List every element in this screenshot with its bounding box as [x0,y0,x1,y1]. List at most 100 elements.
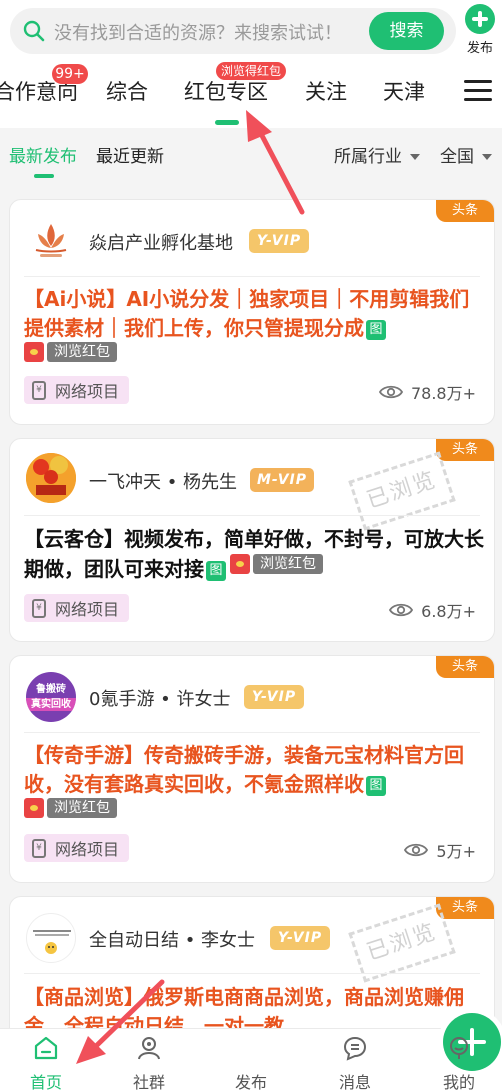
post-title[interactable]: 【传奇手游】传奇搬砖手游，装备元宝材料官方回收，没有套路真实回收，不氪金照样收图 [24,741,484,799]
nav-publish[interactable]: 发布 [221,1013,501,1090]
publish-button-top[interactable]: 发布 [462,4,498,58]
search-button[interactable]: 搜索 [369,12,444,50]
plus-circle-icon [465,4,495,34]
red-packet-icon [24,798,44,818]
emoji-avatar-icon [33,930,71,954]
search-placeholder: 没有找到合适的资源？来搜索试试！ [54,23,342,44]
view-count-text: 78.8万+ [410,384,476,403]
tab-follow[interactable]: 关注 [305,76,347,106]
red-packet-icon [24,342,44,362]
eye-icon [378,385,403,399]
top-bar: 没有找到合适的资源？来搜索试试！ 搜索 发布 [0,0,502,62]
view-count-text: 6.8万+ [421,602,476,621]
nav-label: 发布 [234,1073,267,1090]
red-packet-icon [230,554,250,574]
category-label: 网络项目 [55,382,120,401]
active-tab-indicator [215,120,239,125]
image-tag: 图 [366,776,386,796]
avatar [26,216,76,266]
nav-community[interactable]: 社群 [119,1035,179,1090]
avatar: 鲁搬砖 真实回收 [26,672,76,722]
view-count: 6.8万+ [389,598,476,622]
divider [24,973,480,974]
eye-icon [404,843,429,857]
vip-badge: Y-VIP [249,229,309,253]
author-name[interactable]: 全自动日结 • 李女士 [89,926,255,952]
author-name[interactable]: 一飞冲天 • 杨先生 [89,468,237,494]
avatar-text-line: 鲁搬砖 [36,684,66,695]
vip-badge: M-VIP [250,468,314,492]
nav-home[interactable]: 首页 [16,1035,76,1090]
industry-dropdown[interactable]: 所属行业 [334,142,420,167]
publish-label: 发布 [466,41,493,56]
region-dropdown[interactable]: 全国 [440,142,492,167]
home-icon [34,1036,58,1060]
nav-label: 消息 [338,1073,371,1090]
tab-tianjin[interactable]: 天津 [383,76,425,106]
community-icon [138,1037,160,1060]
divider [24,515,480,516]
post-card[interactable]: 头条 焱启产业孵化基地 Y-VIP 【Ai小说】AI小说分发｜独家项目｜不用剪辑… [9,199,495,425]
author-name[interactable]: 0氪手游 • 许女士 [89,685,231,711]
red-packet-tag: 浏览红包 [24,798,117,818]
lotus-logo-icon [35,224,67,257]
red-packet-label: 浏览红包 [47,798,117,818]
tab-red-packet[interactable]: 红包专区 [184,76,268,106]
image-tag: 图 [366,320,386,340]
viewed-stamp: 已浏览 [348,451,456,531]
chevron-down-icon [482,154,492,160]
headline-tag: 头条 [436,439,494,461]
red-packet-tag: 浏览红包 [230,554,323,574]
tab-general[interactable]: 综合 [106,76,148,106]
view-count-text: 5万+ [436,842,476,861]
vip-badge: Y-VIP [270,926,330,950]
bottom-nav: 首页 社群 发布 消息 我的 [0,1013,502,1090]
viewed-stamp: 已浏览 [348,903,456,983]
message-icon [343,1036,367,1061]
menu-icon[interactable] [464,80,492,104]
category-chip[interactable]: ¥ 网络项目 [24,834,130,862]
yuan-phone-icon: ¥ [32,838,46,858]
nav-messages[interactable]: 消息 [325,1035,385,1090]
post-title[interactable]: 【云客仓】视频发布，简单好做，不封号，可放大长期做，团队可来对接图浏览红包 [24,525,484,584]
yuan-phone-icon: ¥ [32,380,46,400]
category-chip[interactable]: ¥ 网络项目 [24,594,130,622]
headline-tag: 头条 [436,656,494,678]
category-chip[interactable]: ¥ 网络项目 [24,376,130,404]
category-label: 网络项目 [55,840,120,859]
vip-badge: Y-VIP [244,685,304,709]
avatar [26,913,76,963]
image-tag: 图 [206,561,226,581]
post-title[interactable]: 【Ai小说】AI小说分发｜独家项目｜不用剪辑我们提供素材｜我们上传，你只管提现分… [24,285,484,343]
nav-label: 我的 [442,1073,475,1090]
count-badge: 99+ [52,64,88,84]
divider [24,732,480,733]
view-count: 5万+ [404,838,476,862]
search-icon [23,20,45,42]
headline-tag: 头条 [436,897,494,919]
divider [24,276,480,277]
red-packet-tag: 浏览红包 [24,342,117,362]
red-packet-label: 浏览红包 [47,342,117,362]
eye-icon [389,603,414,617]
filter-tab-latest[interactable]: 最新发布 [9,142,77,167]
chevron-down-icon [410,154,420,160]
avatar [26,453,76,503]
fireworks-avatar-icon [26,453,76,503]
yuan-phone-icon: ¥ [32,598,46,618]
nav-profile[interactable]: 我的 [429,1035,489,1090]
post-title-text: 【传奇手游】传奇搬砖手游，装备元宝材料官方回收，没有套路真实回收，不氪金照样收 [24,743,464,796]
profile-icon [450,1037,468,1059]
red-packet-badge: 浏览得红包 [216,62,286,80]
filter-bar: 最新发布 最近更新 所属行业 全国 [0,128,502,186]
red-packet-label: 浏览红包 [253,554,323,574]
region-label: 全国 [440,147,474,167]
author-name[interactable]: 焱启产业孵化基地 [89,229,233,255]
avatar-text-line: 真实回收 [26,698,76,711]
nav-label: 首页 [29,1073,62,1090]
view-count: 78.8万+ [378,380,476,404]
post-card[interactable]: 头条 鲁搬砖 真实回收 0氪手游 • 许女士 Y-VIP 【传奇手游】传奇搬砖手… [9,655,495,883]
filter-tab-updated[interactable]: 最近更新 [96,142,164,167]
post-card[interactable]: 头条 已浏览 一飞冲天 • 杨先生 M-VIP 【云客仓】视频发布，简单好做，不… [9,438,495,642]
nav-label: 社群 [132,1073,165,1090]
